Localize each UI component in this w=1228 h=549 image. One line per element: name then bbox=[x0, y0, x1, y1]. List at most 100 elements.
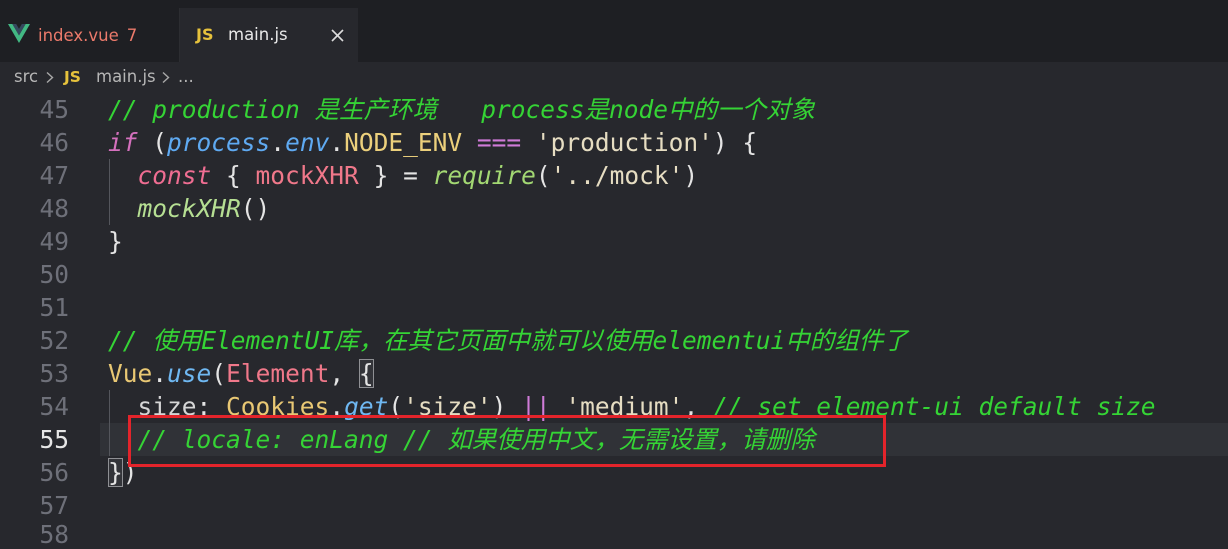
code-token: ) bbox=[491, 392, 522, 421]
code-line[interactable]: 57 bbox=[0, 489, 1228, 522]
code-token: '../mock' bbox=[550, 161, 684, 190]
code-token: === bbox=[476, 128, 522, 157]
code-line[interactable]: 56}) bbox=[0, 456, 1228, 489]
line-number: 55 bbox=[39, 425, 69, 454]
line-content[interactable]: } bbox=[108, 225, 123, 258]
code-line[interactable]: 47 const { mockXHR } = require('../mock'… bbox=[0, 159, 1228, 192]
code-token: ( bbox=[211, 359, 227, 388]
code-line[interactable]: 58 bbox=[0, 522, 1228, 547]
code-token: require bbox=[432, 161, 536, 190]
line-number: 50 bbox=[39, 260, 69, 289]
code-token: // locale: enLang // 如果使用中文，无需设置，请删除 bbox=[137, 425, 815, 454]
code-token: mockXHR bbox=[137, 194, 241, 223]
chevron-right-icon bbox=[161, 71, 171, 84]
line-content[interactable]: size: Cookies.get('size') || 'medium', /… bbox=[108, 390, 1156, 423]
line-number: 46 bbox=[39, 128, 69, 157]
line-number: 48 bbox=[39, 194, 69, 223]
breadcrumb-folder[interactable]: src bbox=[14, 62, 38, 92]
chevron-right-icon bbox=[45, 71, 55, 84]
code-line[interactable]: 46 if (process.env.NODE_ENV === 'producti… bbox=[0, 126, 1228, 159]
bracket-match: { bbox=[358, 359, 374, 388]
code-token: NODE_ENV bbox=[344, 128, 463, 157]
line-number: 58 bbox=[39, 520, 69, 547]
code-token: : bbox=[196, 392, 227, 421]
line-number: 51 bbox=[39, 293, 69, 322]
line-content[interactable]: }) bbox=[108, 456, 138, 489]
code-token: 'production' bbox=[535, 128, 713, 157]
code-token: // production 是生产环境 process是node中的一个对象 bbox=[108, 95, 816, 124]
js-icon: JS bbox=[196, 25, 214, 44]
js-icon: JS bbox=[64, 68, 81, 86]
line-content[interactable]: mockXHR() bbox=[108, 192, 271, 225]
line-content[interactable]: // locale: enLang // 如果使用中文，无需设置，请删除 bbox=[108, 423, 815, 456]
code-line[interactable]: 53 Vue.use(Element, { bbox=[0, 357, 1228, 390]
code-token: size bbox=[137, 392, 197, 421]
bracket-match: } bbox=[108, 458, 123, 487]
code-token: ( bbox=[388, 392, 404, 421]
code-token: Vue bbox=[108, 359, 153, 388]
code-token: . bbox=[270, 128, 286, 157]
line-content[interactable]: const { mockXHR } = require('../mock') bbox=[108, 159, 699, 192]
code-token: env bbox=[285, 128, 330, 157]
code-token: , bbox=[329, 359, 359, 388]
code-token: 'medium' bbox=[565, 392, 684, 421]
code-token: . bbox=[329, 392, 345, 421]
code-token: () bbox=[240, 194, 271, 223]
tab-index-vue[interactable]: index.vue 7 bbox=[0, 8, 180, 62]
line-number: 45 bbox=[39, 95, 69, 124]
tab-label: index.vue bbox=[38, 25, 119, 45]
code-token: . bbox=[152, 359, 168, 388]
tab-main-js[interactable]: JS main.js bbox=[180, 8, 358, 62]
line-content[interactable]: // 使用ElementUI库，在其它页面中就可以使用elementui中的组件… bbox=[108, 324, 908, 357]
code-token: , bbox=[683, 392, 713, 421]
code-token: const bbox=[137, 161, 212, 190]
code-token: ) { bbox=[712, 128, 758, 157]
code-token: ) bbox=[122, 458, 138, 487]
code-line[interactable]: 45 // production 是生产环境 process是node中的一个对象 bbox=[0, 93, 1228, 126]
code-token: || bbox=[521, 392, 551, 421]
code-line[interactable]: 55 // locale: enLang // 如果使用中文，无需设置，请删除 bbox=[0, 423, 1228, 456]
close-icon[interactable] bbox=[330, 28, 345, 43]
code-editor[interactable]: 45 // production 是生产环境 process是node中的一个对象… bbox=[0, 93, 1228, 547]
code-token: use bbox=[167, 359, 212, 388]
code-token: { bbox=[211, 161, 256, 190]
code-line[interactable]: 51 bbox=[0, 291, 1228, 324]
code-line[interactable]: 48 mockXHR() bbox=[0, 192, 1228, 225]
code-token: if bbox=[108, 128, 138, 157]
code-line[interactable]: 50 bbox=[0, 258, 1228, 291]
code-line[interactable]: 49} bbox=[0, 225, 1228, 258]
breadcrumb-symbols[interactable]: ... bbox=[178, 62, 194, 92]
vue-icon bbox=[8, 24, 30, 44]
code-token: 'size' bbox=[403, 392, 492, 421]
line-number: 52 bbox=[39, 326, 69, 355]
line-number: 47 bbox=[39, 161, 69, 190]
line-number: 57 bbox=[39, 491, 69, 520]
problem-count-badge: 7 bbox=[126, 25, 138, 45]
code-token: // set element-ui default size bbox=[712, 392, 1156, 421]
code-token: mockXHR bbox=[255, 161, 359, 190]
code-line[interactable]: 54 size: Cookies.get('size') || 'medium'… bbox=[0, 390, 1228, 423]
line-number: 49 bbox=[39, 227, 69, 256]
line-number: 56 bbox=[39, 458, 69, 487]
code-line[interactable]: 52 // 使用ElementUI库，在其它页面中就可以使用elementui中的… bbox=[0, 324, 1228, 357]
line-content[interactable]: // production 是生产环境 process是node中的一个对象 bbox=[108, 93, 815, 126]
tab-bar: index.vue 7 JS main.js bbox=[0, 0, 1228, 62]
code-token: Cookies bbox=[226, 392, 330, 421]
breadcrumb-file[interactable]: main.js bbox=[96, 62, 156, 92]
code-token: process bbox=[167, 128, 271, 157]
code-token: get bbox=[344, 392, 389, 421]
tab-label: main.js bbox=[228, 25, 288, 44]
line-number: 54 bbox=[39, 392, 69, 421]
code-token: ) bbox=[683, 161, 699, 190]
line-content[interactable]: if (process.env.NODE_ENV === 'production… bbox=[108, 126, 757, 159]
code-token: // 使用ElementUI库，在其它页面中就可以使用elementui中的组件… bbox=[108, 326, 908, 355]
line-number: 53 bbox=[39, 359, 69, 388]
code-token: ( bbox=[535, 161, 551, 190]
line-content[interactable]: Vue.use(Element, { bbox=[108, 357, 374, 390]
